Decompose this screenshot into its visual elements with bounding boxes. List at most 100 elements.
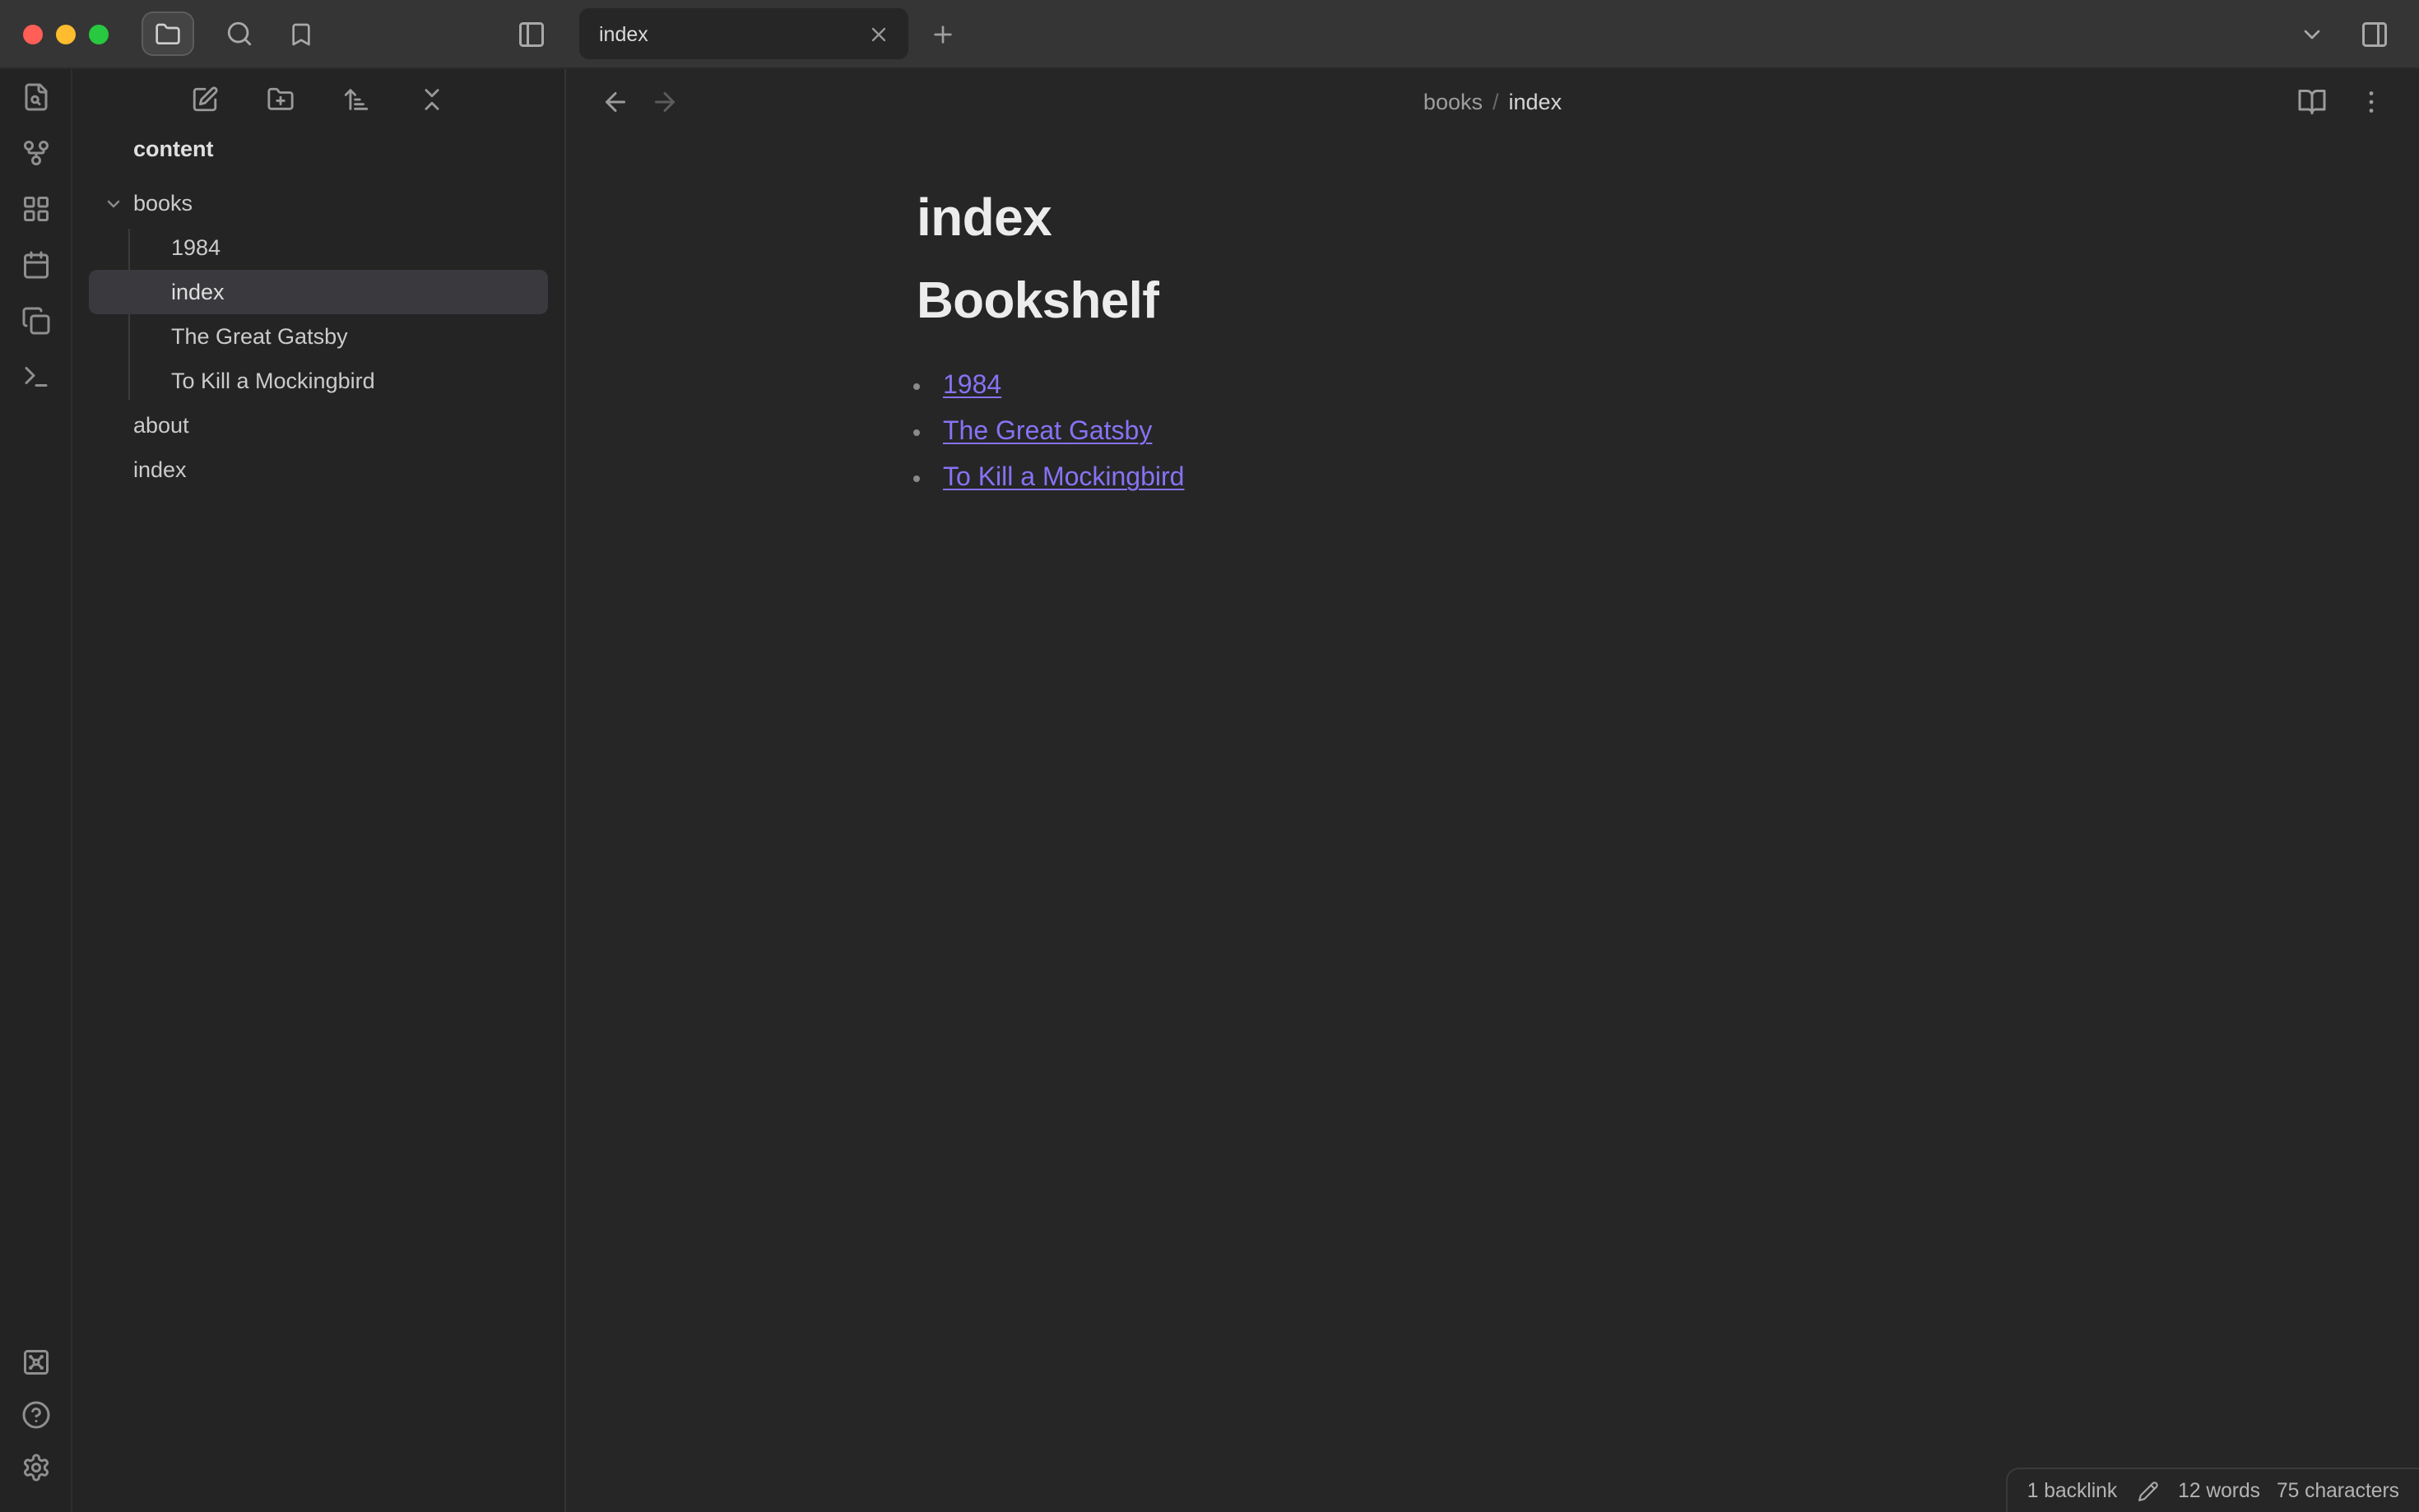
tree-item-label: books	[133, 191, 193, 216]
backlink-count[interactable]: 1 backlink	[2027, 1479, 2117, 1502]
explorer-toolbar	[72, 69, 564, 128]
editor-pane: books / index index Bookshelf • 1984 • T…	[566, 69, 2419, 1512]
window-controls	[23, 24, 109, 44]
close-window-button[interactable]	[23, 24, 43, 44]
search-tab-button[interactable]	[214, 12, 263, 56]
sort-icon	[342, 85, 370, 113]
note-title[interactable]: index	[917, 184, 2068, 250]
bookmark-icon	[288, 21, 314, 47]
tree-item-label: about	[133, 413, 189, 438]
tree-folder-books[interactable]: books	[89, 181, 548, 225]
note-heading: Bookshelf	[917, 271, 1159, 329]
list-item: The Great Gatsby	[938, 410, 2068, 456]
more-vertical-icon	[2356, 87, 2386, 117]
list-item: To Kill a Mockingbird	[938, 456, 2068, 502]
tree-file-1984[interactable]: 1984	[89, 225, 548, 270]
panel-right-icon	[2360, 19, 2389, 49]
file-tree: books 1984 index The Great Gatsby To Kil…	[72, 181, 564, 492]
tree-file-to-kill-a-mockingbird[interactable]: To Kill a Mockingbird	[89, 359, 548, 403]
quick-switcher-button[interactable]	[11, 72, 60, 122]
file-explorer: content books 1984 index The Great Gatsb…	[72, 69, 566, 1512]
tab-index[interactable]: index	[579, 8, 908, 59]
arrow-left-icon	[601, 87, 630, 117]
internal-link-1984[interactable]: 1984	[943, 372, 1001, 400]
vault-icon	[21, 1347, 50, 1377]
tree-file-index-selected[interactable]: index	[89, 270, 548, 314]
list-item: 1984	[938, 364, 2068, 410]
note-content-area[interactable]: index Bookshelf 1984 The Great Gatsby To…	[566, 135, 2419, 1512]
close-icon	[867, 22, 890, 45]
ribbon	[0, 69, 72, 1512]
terminal-icon	[21, 362, 50, 392]
new-canvas-button[interactable]	[11, 184, 60, 234]
breadcrumb-parent[interactable]: books	[1423, 90, 1483, 114]
graph-view-button[interactable]	[11, 128, 60, 178]
help-button[interactable]	[11, 1390, 60, 1440]
tree-file-index-root[interactable]: index	[89, 448, 548, 492]
status-bar: 1 backlink 12 words 75 characters	[2005, 1468, 2419, 1512]
file-search-icon	[21, 82, 50, 112]
vault-switcher-button[interactable]	[11, 1338, 60, 1387]
tab-label: index	[599, 22, 648, 45]
breadcrumb-current[interactable]: index	[1509, 90, 1562, 114]
obsidian-window: index content books 1984 index The Great…	[0, 0, 2419, 1512]
new-tab-button[interactable]	[922, 12, 964, 55]
collapse-left-sidebar-button[interactable]	[507, 12, 556, 56]
minimize-window-button[interactable]	[56, 24, 76, 44]
settings-icon	[21, 1453, 50, 1482]
vault-name[interactable]: content	[72, 128, 564, 168]
calendar-icon	[21, 250, 50, 280]
new-note-button[interactable]	[183, 77, 226, 120]
collapse-all-icon	[418, 85, 446, 113]
chevron-down-icon	[104, 193, 123, 213]
more-options-button[interactable]	[2350, 81, 2393, 123]
search-icon	[225, 20, 253, 48]
internal-link-to-kill-a-mockingbird[interactable]: To Kill a Mockingbird	[943, 464, 1184, 492]
chevron-down-icon	[2299, 21, 2325, 47]
internal-link-the-great-gatsby[interactable]: The Great Gatsby	[943, 418, 1152, 446]
folder-children-books: 1984 index The Great Gatsby To Kill a Mo…	[89, 225, 548, 403]
close-tab-button[interactable]	[862, 17, 895, 50]
expand-right-sidebar-button[interactable]	[2350, 12, 2399, 56]
tab-list-button[interactable]	[2287, 12, 2337, 56]
copy-icon	[21, 306, 50, 336]
tree-file-the-great-gatsby[interactable]: The Great Gatsby	[89, 314, 548, 359]
settings-button[interactable]	[11, 1443, 60, 1492]
titlebar-left	[0, 0, 566, 67]
tree-item-label: index	[171, 280, 225, 304]
panel-left-icon	[517, 19, 546, 49]
pencil-icon[interactable]	[2137, 1480, 2158, 1501]
bookmarks-tab-button[interactable]	[276, 12, 326, 56]
word-count: 12 words	[2178, 1479, 2260, 1502]
layout-grid-icon	[21, 194, 50, 224]
zoom-window-button[interactable]	[89, 24, 109, 44]
tree-item-label: The Great Gatsby	[171, 324, 348, 349]
command-palette-button[interactable]	[11, 352, 60, 401]
insert-template-button[interactable]	[11, 296, 60, 346]
reading-mode-button[interactable]	[2291, 81, 2333, 123]
new-folder-icon	[267, 85, 295, 113]
navigate-forward-button[interactable]	[643, 81, 686, 123]
tree-file-about[interactable]: about	[89, 403, 548, 448]
collapse-all-button[interactable]	[411, 77, 453, 120]
folder-icon	[155, 21, 181, 47]
graph-icon	[21, 138, 50, 168]
titlebar: index	[0, 0, 2419, 69]
new-note-icon	[191, 85, 219, 113]
breadcrumb: books / index	[1423, 90, 1562, 114]
book-link-list: 1984 The Great Gatsby To Kill a Mockingb…	[917, 364, 2068, 502]
tree-item-label: To Kill a Mockingbird	[171, 369, 375, 393]
view-header: books / index	[566, 69, 2419, 135]
tab-bar: index	[566, 0, 2419, 67]
navigate-back-button[interactable]	[594, 81, 637, 123]
files-tab-button[interactable]	[142, 12, 194, 56]
daily-note-button[interactable]	[11, 240, 60, 290]
tree-item-label: index	[133, 457, 187, 482]
new-folder-button[interactable]	[259, 77, 302, 120]
sort-order-button[interactable]	[335, 77, 378, 120]
plus-icon	[930, 21, 956, 47]
help-icon	[21, 1400, 50, 1430]
breadcrumb-separator: /	[1492, 90, 1499, 114]
tree-item-label: 1984	[171, 235, 221, 260]
book-open-icon	[2297, 87, 2327, 117]
